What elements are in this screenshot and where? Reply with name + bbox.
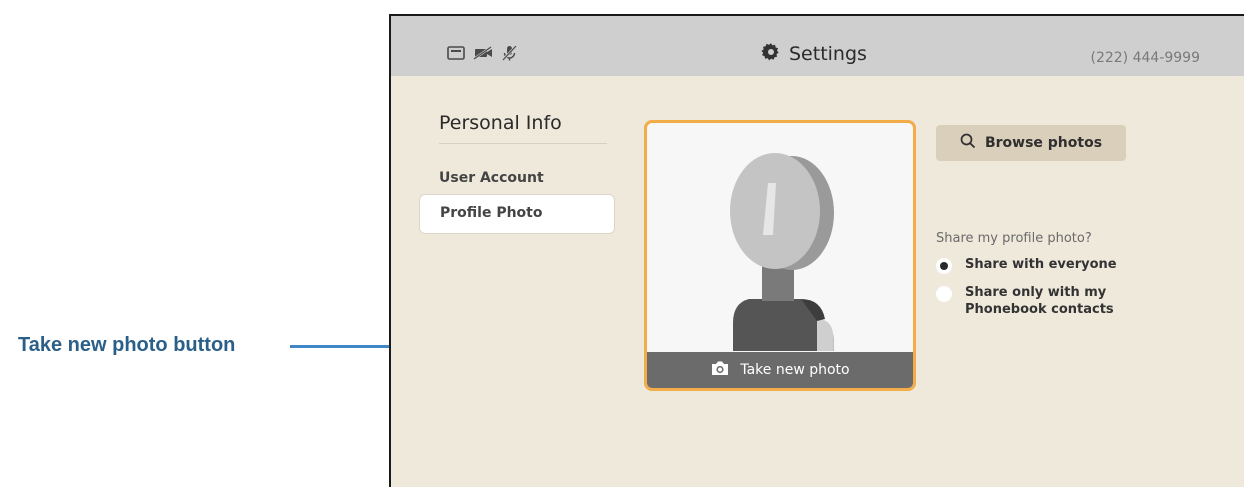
profile-photo-card: Take new photo <box>644 120 916 391</box>
video-icon <box>447 46 465 60</box>
page-title: Settings <box>761 42 867 66</box>
search-icon <box>960 133 976 153</box>
title-text: Settings <box>789 43 867 65</box>
status-icons <box>447 45 517 61</box>
gear-icon <box>761 42 781 66</box>
share-question: Share my profile photo? <box>936 231 1092 246</box>
share-contacts-label[interactable]: Share only with my Phonebook contacts <box>965 284 1125 318</box>
annotation-label: Take new photo button <box>18 334 236 356</box>
take-photo-label: Take new photo <box>740 362 850 378</box>
sidebar-item-user-account[interactable]: User Account <box>439 170 544 186</box>
take-photo-button[interactable]: Take new photo <box>647 352 913 388</box>
share-everyone-label[interactable]: Share with everyone <box>965 256 1117 273</box>
share-contacts-radio[interactable] <box>936 286 952 302</box>
sidebar-heading: Personal Info <box>439 112 562 134</box>
avatar <box>730 153 834 351</box>
camera-off-icon <box>473 46 493 60</box>
share-everyone-radio[interactable] <box>936 258 952 274</box>
settings-screen: Settings (222) 444-9999 Personal Info Us… <box>389 14 1244 487</box>
browse-photos-label: Browse photos <box>984 135 1103 151</box>
camera-icon <box>710 360 730 380</box>
browse-photos-button[interactable]: Browse photos <box>936 125 1126 161</box>
sidebar-divider <box>439 143 607 144</box>
top-bar: Settings (222) 444-9999 <box>391 16 1244 76</box>
sidebar-item-profile-photo[interactable]: Profile Photo <box>419 194 615 234</box>
mic-off-icon <box>501 45 517 61</box>
phone-number: (222) 444-9999 <box>1090 50 1201 66</box>
